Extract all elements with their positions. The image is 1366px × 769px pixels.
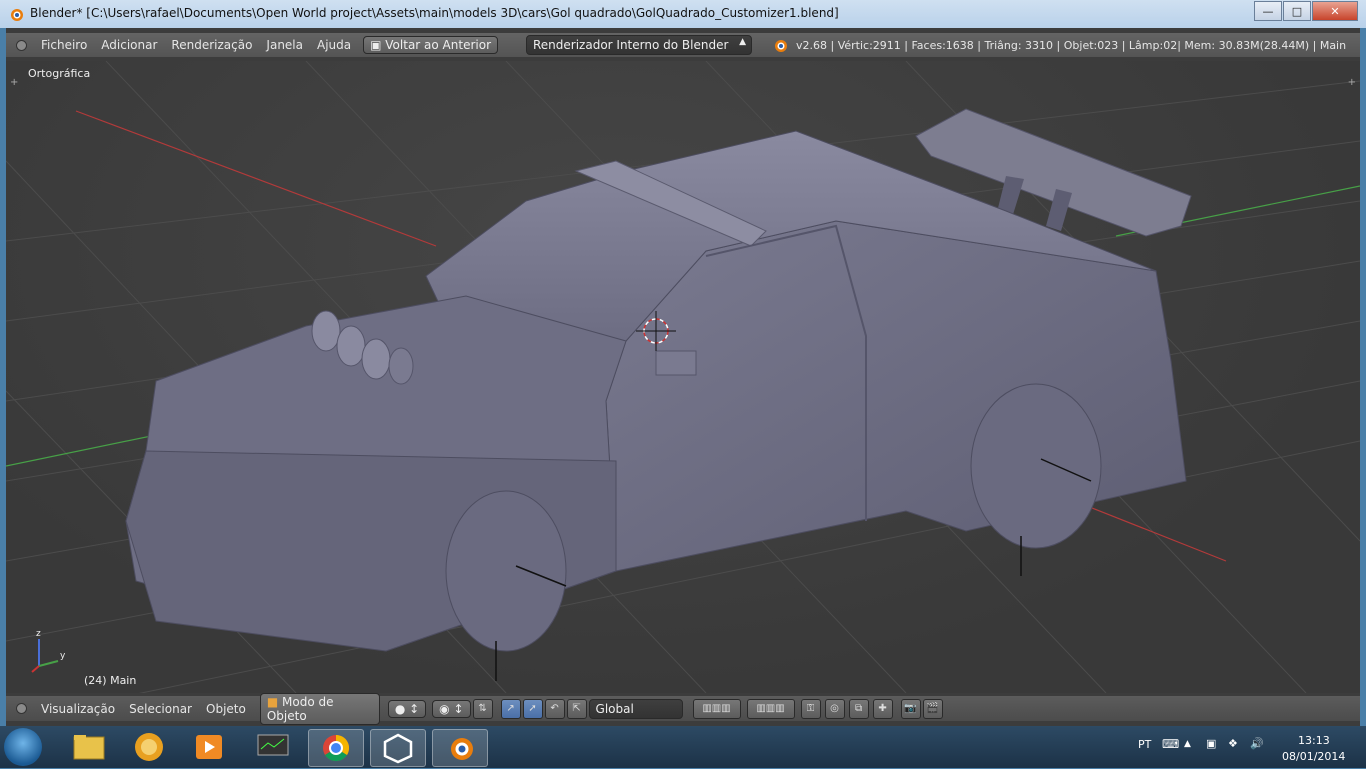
editor-type-icon[interactable]	[16, 703, 27, 714]
network-icon[interactable]: ▣	[1206, 737, 1216, 750]
orientation-label: Global	[595, 701, 634, 716]
translate-manipulator-icon[interactable]: ↗	[500, 698, 521, 719]
move-manipulator-icon[interactable]: ➚	[522, 698, 543, 719]
back-to-previous-button[interactable]: ▣ Voltar ao Anterior	[363, 36, 498, 54]
render-opengl-icon[interactable]: 📷	[900, 698, 921, 719]
language-indicator[interactable]: PT	[1138, 738, 1151, 751]
blender-logo-icon	[11, 9, 23, 21]
system-tray: PT ⌨ ▲ ▣ ❖ 🔊 13:13 08/01/2014	[1126, 726, 1366, 768]
blender-icon[interactable]	[432, 729, 488, 767]
viewport-shading-select[interactable]: ● ↕	[387, 699, 427, 718]
clock-date[interactable]: 08/01/2014	[1282, 750, 1345, 763]
scale-manipulator-icon[interactable]: ⇱	[566, 698, 587, 719]
close-button[interactable]: ✕	[1312, 1, 1358, 21]
3d-viewport[interactable]: Ortográfica z y (24) Main + +	[6, 61, 1360, 693]
scene-stats: v2.68 | Vértic:2911 | Faces:1638 | Triân…	[796, 38, 1347, 52]
render-animation-icon[interactable]: 🎬	[922, 698, 943, 719]
volume-icon[interactable]: 🔊	[1250, 737, 1264, 750]
mode-select[interactable]: ■ Modo de Objeto	[259, 692, 380, 725]
transform-orientation-select[interactable]: Global	[588, 698, 683, 719]
blender-logo-icon	[775, 40, 787, 52]
render-engine-label: Renderizador Interno do Blender	[533, 38, 729, 52]
lion-app-icon[interactable]	[122, 729, 176, 765]
solid-shading-icon: ● ↕	[394, 701, 420, 716]
editor-type-icon[interactable]	[16, 39, 27, 51]
chrome-icon[interactable]	[308, 729, 364, 767]
show-hidden-icons-icon[interactable]: ▲	[1184, 739, 1191, 749]
menu-ajuda[interactable]: Ajuda	[317, 38, 351, 52]
media-player-icon[interactable]	[182, 729, 236, 765]
gizmo-y-label: y	[60, 651, 66, 661]
rotate-manipulator-icon[interactable]: ↶	[544, 698, 565, 719]
proportional-edit-icon[interactable]: ◎	[824, 698, 845, 719]
explorer-icon[interactable]	[62, 729, 116, 765]
frame-object-label: (24) Main	[84, 674, 137, 687]
cube-icon: ■	[266, 694, 279, 709]
menu-selecionar[interactable]: Selecionar	[129, 702, 192, 716]
render-engine-select[interactable]: Renderizador Interno do Blender ▲	[526, 35, 752, 55]
layers-grid-icon[interactable]: ▥▥▥	[746, 698, 795, 719]
snap-icon[interactable]: ⧉	[848, 698, 869, 719]
rear-wheel	[970, 383, 1102, 549]
layers-grid-icon[interactable]: ▥▥▥	[692, 698, 741, 719]
clock-time[interactable]: 13:13	[1298, 734, 1330, 747]
minimize-button[interactable]: —	[1254, 1, 1282, 21]
maximize-button[interactable]: □	[1283, 1, 1311, 21]
gizmo-z-label: z	[36, 629, 41, 639]
menu-ficheiro[interactable]: Ficheiro	[41, 38, 87, 52]
info-header: Ficheiro Adicionar Renderização Janela A…	[6, 33, 1360, 57]
pivot-icon: ◉ ↕	[439, 701, 464, 716]
snap-element-icon[interactable]: ✚	[872, 698, 893, 719]
screen-back-icon: ▣	[370, 38, 386, 52]
blender-main-area: Ficheiro Adicionar Renderização Janela A…	[6, 28, 1360, 726]
updown-arrow-icon: ▲	[739, 37, 746, 47]
window-title: Blender* [C:\Users\rafael\Documents\Open…	[30, 6, 839, 20]
unity-icon[interactable]	[370, 729, 426, 767]
lock-layers-icon[interactable]: ⚿	[800, 698, 821, 719]
menu-objeto[interactable]: Objeto	[206, 702, 246, 716]
start-button[interactable]	[4, 728, 42, 766]
menu-janela[interactable]: Janela	[266, 38, 303, 52]
pivot-point-select[interactable]: ◉ ↕	[432, 699, 471, 718]
menu-visualizacao[interactable]: Visualização	[41, 702, 115, 716]
front-wheel	[445, 490, 567, 652]
menu-adicionar[interactable]: Adicionar	[101, 38, 157, 52]
x-axis-line	[75, 110, 437, 247]
car-model[interactable]	[125, 108, 1192, 681]
back-button-label: Voltar ao Anterior	[385, 38, 491, 52]
keyboard-icon[interactable]: ⌨	[1162, 737, 1179, 751]
dropbox-icon[interactable]: ❖	[1228, 737, 1238, 750]
manipulator-toggle-icon[interactable]: ⇅	[472, 698, 493, 719]
windows-taskbar: PT ⌨ ▲ ▣ ❖ 🔊 13:13 08/01/2014	[0, 726, 1366, 768]
monitor-app-icon[interactable]	[246, 729, 300, 765]
axis-gizmo	[31, 639, 59, 673]
properties-toggle-icon[interactable]: +	[1348, 77, 1356, 88]
3d-view-header: Visualização Selecionar Objeto ■ Modo de…	[6, 692, 1360, 725]
viewport-scene	[6, 61, 1360, 693]
view-label: Ortográfica	[28, 67, 91, 80]
menu-renderizacao[interactable]: Renderização	[171, 38, 252, 52]
window-titlebar: Blender* [C:\Users\rafael\Documents\Open…	[0, 0, 1366, 28]
toolshelf-toggle-icon[interactable]: +	[10, 77, 18, 88]
